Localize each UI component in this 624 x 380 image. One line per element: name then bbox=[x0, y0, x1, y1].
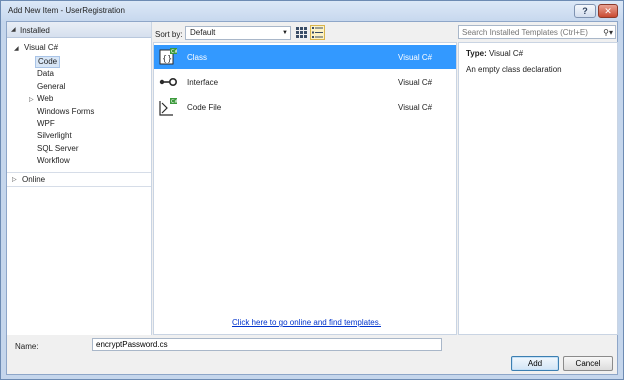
search-templates-field[interactable]: ⚲▾ bbox=[458, 25, 616, 39]
grid-view-icon bbox=[296, 27, 307, 38]
tree-item-windows-forms[interactable]: Windows Forms bbox=[37, 106, 94, 118]
name-label: Name: bbox=[15, 342, 39, 351]
svg-text:C#: C# bbox=[171, 99, 177, 105]
template-language: Visual C# bbox=[398, 53, 433, 62]
template-details-panel: Type: Visual C# An empty class declarati… bbox=[458, 42, 618, 335]
tree-item-general[interactable]: General bbox=[37, 81, 65, 93]
sort-by-value: Default bbox=[190, 28, 216, 37]
close-button[interactable]: ✕ bbox=[598, 4, 618, 18]
tree-item-visual-csharp[interactable]: Visual C# bbox=[24, 42, 58, 54]
tree-item-web[interactable]: Web bbox=[37, 93, 53, 105]
tree-item-wpf[interactable]: WPF bbox=[37, 118, 55, 130]
template-description: An empty class declaration bbox=[466, 65, 562, 74]
add-button[interactable]: Add bbox=[511, 356, 559, 371]
interface-icon bbox=[159, 78, 177, 86]
type-value: Visual C# bbox=[488, 49, 524, 58]
small-icons-view-button[interactable] bbox=[294, 25, 309, 40]
template-list: {} C# Class Visual C# Interface Visual C… bbox=[153, 42, 457, 335]
template-row-code-file[interactable]: C# Code File Visual C# bbox=[154, 95, 456, 119]
sort-by-dropdown[interactable]: Default ▼ bbox=[185, 26, 291, 40]
code-file-icon: C# bbox=[159, 98, 177, 116]
expand-triangle-icon[interactable]: ◢ bbox=[14, 46, 19, 52]
online-label: Online bbox=[22, 175, 46, 184]
tree-item-code[interactable]: Code bbox=[35, 56, 61, 68]
template-language: Visual C# bbox=[398, 78, 433, 87]
cancel-button[interactable]: Cancel bbox=[563, 356, 613, 371]
tree-item-workflow[interactable]: Workflow bbox=[37, 155, 70, 167]
template-name: Class bbox=[187, 53, 208, 62]
template-row-interface[interactable]: Interface Visual C# bbox=[154, 70, 456, 94]
list-view-button[interactable] bbox=[310, 25, 325, 40]
dialog-body: ◢ Installed ◢ Visual C# Code Data Genera… bbox=[6, 21, 618, 375]
type-label: Type: bbox=[466, 49, 487, 58]
template-category-panel: ◢ Installed ◢ Visual C# Code Data Genera… bbox=[7, 22, 152, 335]
list-view-icon bbox=[312, 27, 323, 38]
template-language: Visual C# bbox=[398, 103, 433, 112]
window-title: Add New Item - UserRegistration bbox=[8, 6, 125, 15]
template-row-class[interactable]: {} C# Class Visual C# bbox=[154, 45, 456, 69]
svg-text:C#: C# bbox=[171, 49, 177, 55]
sort-by-label: Sort by: bbox=[155, 30, 183, 39]
help-button[interactable]: ? bbox=[574, 4, 596, 18]
installed-header[interactable]: ◢ Installed bbox=[7, 22, 151, 38]
expand-triangle-icon: ▷ bbox=[12, 177, 17, 183]
tree-item-data[interactable]: Data bbox=[37, 68, 54, 80]
find-online-templates-link[interactable]: Click here to go online and find templat… bbox=[232, 318, 381, 327]
tree-item-sql-server[interactable]: SQL Server bbox=[37, 143, 79, 155]
dropdown-arrow-icon: ▼ bbox=[282, 30, 288, 36]
title-bar: Add New Item - UserRegistration ? ✕ bbox=[1, 1, 623, 21]
expand-triangle-icon[interactable]: ▷ bbox=[29, 97, 34, 103]
svg-text:{}: {} bbox=[162, 54, 172, 63]
name-field[interactable] bbox=[92, 338, 442, 351]
template-name: Code File bbox=[187, 103, 222, 112]
tree-item-silverlight[interactable]: Silverlight bbox=[37, 130, 72, 142]
collapse-triangle-icon: ◢ bbox=[11, 27, 16, 33]
search-icon[interactable]: ⚲▾ bbox=[603, 27, 613, 39]
template-name: Interface bbox=[187, 78, 219, 87]
online-header[interactable]: ▷ Online bbox=[7, 172, 151, 187]
search-input[interactable] bbox=[462, 26, 600, 38]
close-icon: ✕ bbox=[604, 5, 612, 16]
installed-label: Installed bbox=[20, 26, 50, 35]
add-new-item-dialog: Add New Item - UserRegistration ? ✕ ◢ In… bbox=[0, 0, 624, 380]
help-icon: ? bbox=[582, 5, 588, 16]
class-icon: {} C# bbox=[159, 48, 177, 65]
template-type: Type: Visual C# bbox=[466, 49, 523, 58]
